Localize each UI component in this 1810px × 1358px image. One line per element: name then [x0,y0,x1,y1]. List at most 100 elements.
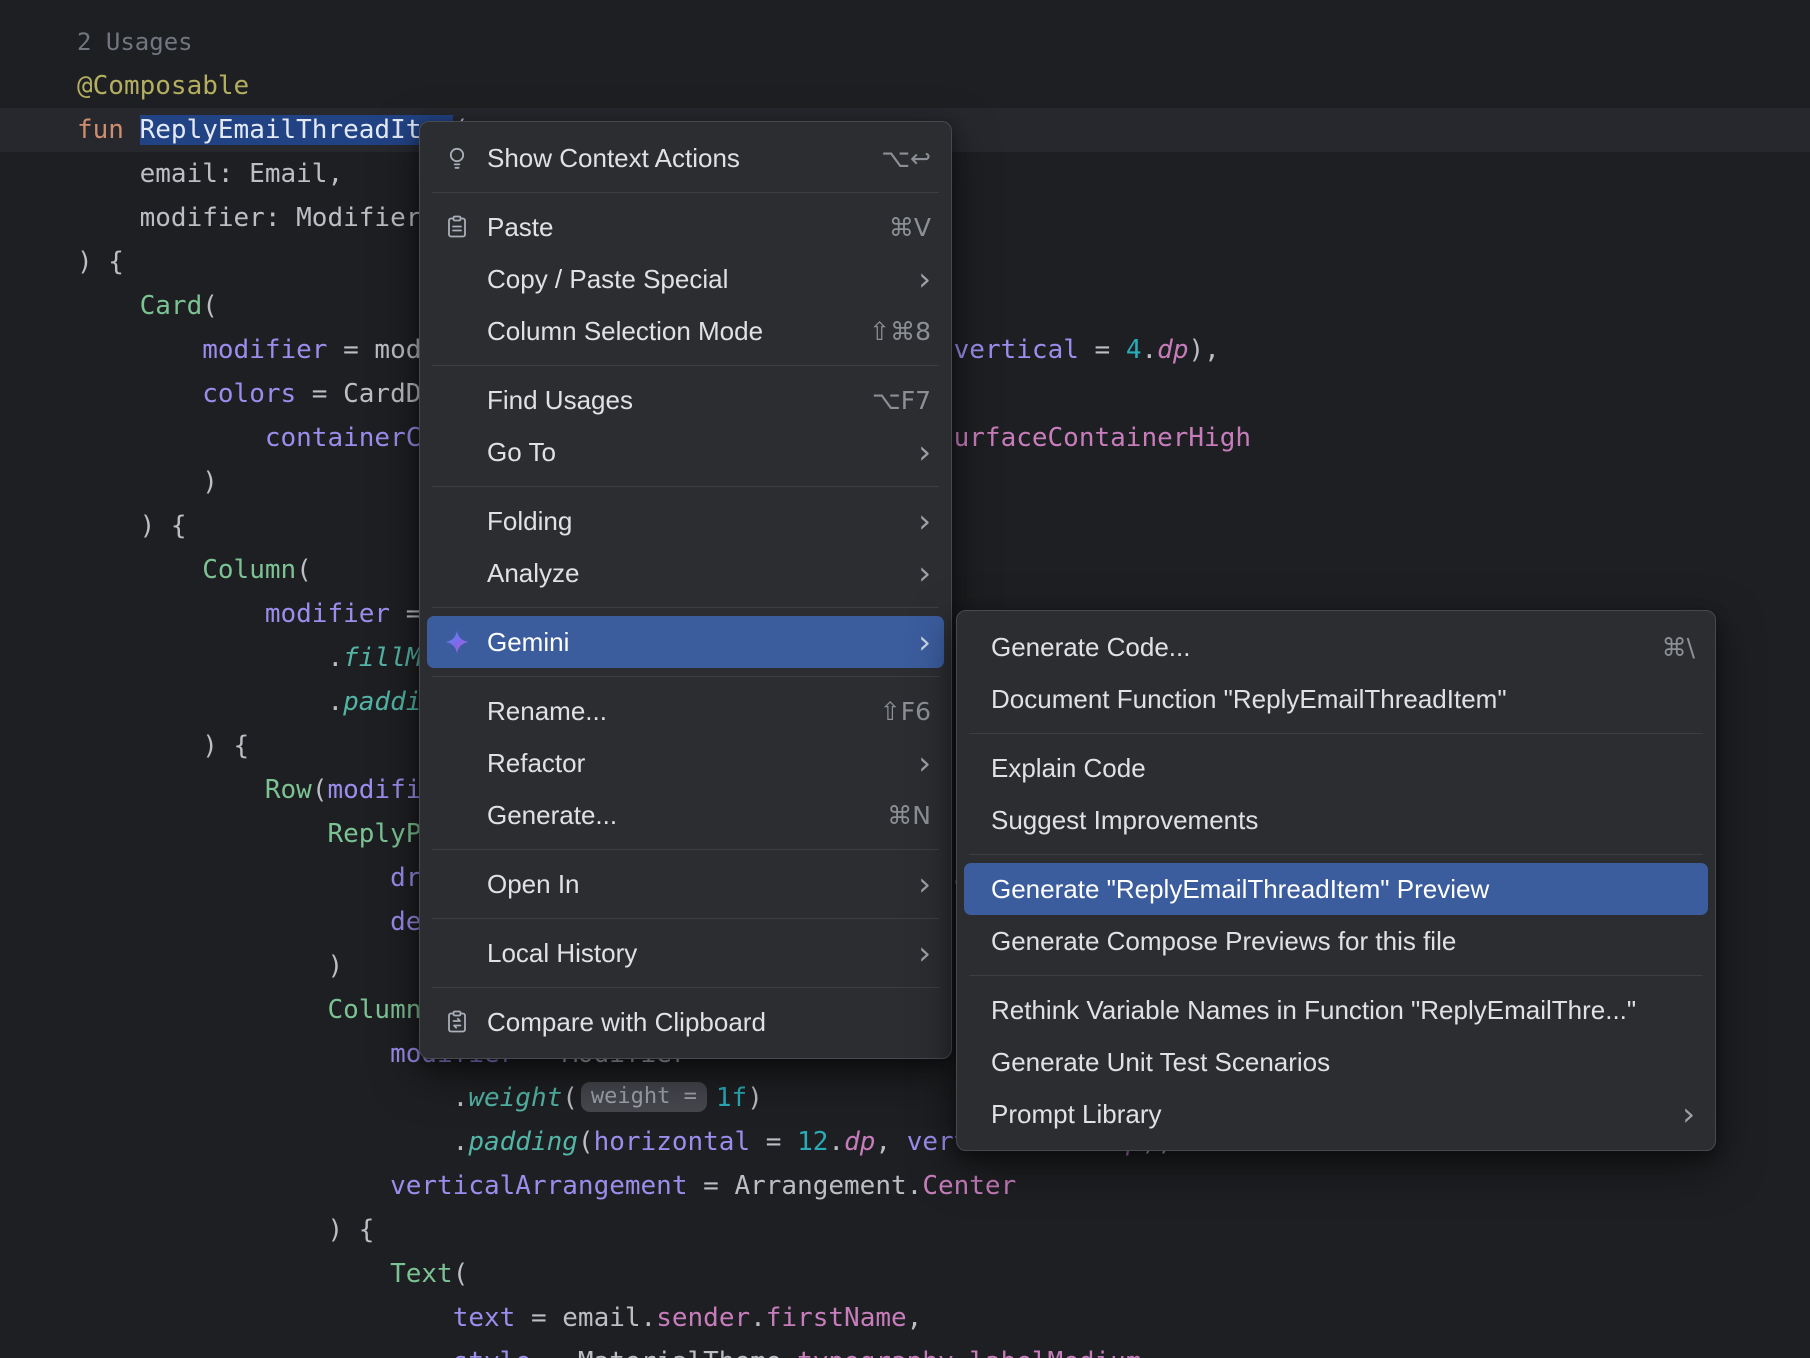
code-token: . [750,1303,766,1333]
menu-item-generate-unit-test-scenarios[interactable]: Generate Unit Test Scenarios [964,1036,1708,1088]
code-line: @Composable [0,64,1810,108]
empty-icon [442,696,472,726]
menu-item-open-in[interactable]: Open In› [427,858,944,910]
menu-item-document-function[interactable]: Document Function "ReplyEmailThreadItem" [964,673,1708,725]
code-token: labelMedium [969,1347,1141,1358]
menu-item-suggest-improvements[interactable]: Suggest Improvements [964,794,1708,846]
code-token: ( [296,555,312,585]
code-token: , [907,1303,923,1333]
lightbulb-icon [442,143,472,173]
code-token: = email. [515,1303,656,1333]
menu-item-gemini[interactable]: Gemini› [427,616,944,668]
menu-separator [432,607,939,608]
code-token [77,819,327,849]
shortcut-hint: ⌘N [857,801,931,830]
code-token [77,1303,453,1333]
menu-item-label: Paste [487,212,554,243]
menu-item-folding[interactable]: Folding › [427,495,944,547]
submenu-arrow-icon: › [888,505,931,537]
menu-item-find-usages[interactable]: Find Usages ⌥F7 [427,374,944,426]
code-token: ( [453,1259,469,1289]
menu-item-generate[interactable]: Generate...⌘N [427,789,944,841]
code-token: fun [77,115,140,145]
usages-inlay-hint[interactable]: 2 Usages [77,28,193,56]
code-token: typography [797,1347,954,1358]
menu-item-label: Document Function "ReplyEmailThreadItem" [991,684,1507,715]
shortcut-hint: ⌘V [859,213,931,242]
empty-icon [442,748,472,778]
code-token [77,291,140,321]
shortcut-hint: ⌥F7 [842,386,931,415]
menu-item-label: Find Usages [487,385,633,416]
submenu-arrow-icon: › [888,263,931,295]
code-token: . [77,643,343,673]
menu-separator [969,975,1703,976]
menu-item-column-selection-mode[interactable]: Column Selection Mode⇧⌘8 [427,305,944,357]
menu-item-paste[interactable]: Paste ⌘V [427,201,944,253]
empty-icon [442,264,472,294]
code-token [77,599,265,629]
menu-separator [969,733,1703,734]
code-token: email: Email, [77,159,343,189]
menu-item-rethink-variable-names[interactable]: Rethink Variable Names in Function "Repl… [964,984,1708,1036]
menu-item-label: Column Selection Mode [487,316,763,347]
code-token [77,1171,390,1201]
code-token: Card [140,291,203,321]
code-token: Column [202,555,296,585]
code-token: Text [390,1259,453,1289]
gemini-sparkle-icon [442,627,472,657]
menu-item-label: Copy / Paste Special [487,264,728,295]
menu-item-label: Generate Compose Previews for this file [991,926,1456,957]
menu-item-label: Compare with Clipboard [487,1007,766,1038]
shortcut-hint: ⌘\ [1632,633,1695,662]
code-token: style [453,1347,531,1358]
submenu-arrow-icon: › [888,937,931,969]
code-token: ) [77,467,218,497]
menu-item-copy-paste-special[interactable]: Copy / Paste Special › [427,253,944,305]
submenu-arrow-icon: › [888,436,931,468]
menu-item-refactor[interactable]: Refactor› [427,737,944,789]
code-token: 4 [1126,335,1142,365]
menu-item-label: Folding [487,506,572,537]
code-token: = [750,1127,797,1157]
menu-item-label: Rethink Variable Names in Function "Repl… [991,995,1636,1026]
menu-item-analyze[interactable]: Analyze› [427,547,944,599]
menu-item-generate-preview[interactable]: Generate "ReplyEmailThreadItem" Preview [964,863,1708,915]
code-line: ) { [0,1208,1810,1252]
menu-item-label: Explain Code [991,753,1146,784]
menu-item-generate-compose-previews[interactable]: Generate Compose Previews for this file [964,915,1708,967]
code-token [77,379,202,409]
code-line: 2 Usages [0,20,1810,64]
menu-separator [432,486,939,487]
submenu-arrow-icon: › [1652,1098,1695,1130]
code-token: ) [77,951,343,981]
code-token: ( [578,1127,594,1157]
menu-item-local-history[interactable]: Local History› [427,927,944,979]
clipboard-icon [442,212,472,242]
menu-item-prompt-library[interactable]: Prompt Library› [964,1088,1708,1140]
menu-item-go-to[interactable]: Go To› [427,426,944,478]
code-token: = Arrangement. [688,1171,923,1201]
menu-item-show-context-actions[interactable]: Show Context Actions⌥↩ [427,132,944,184]
code-token [77,1039,390,1069]
menu-item-label: Rename... [487,696,607,727]
menu-item-rename[interactable]: Rename...⇧F6 [427,685,944,737]
menu-separator [432,987,939,988]
empty-icon [442,506,472,536]
submenu-arrow-icon: › [888,868,931,900]
code-token: . [77,1083,468,1113]
menu-item-label: Analyze [487,558,580,589]
code-token [77,907,390,937]
code-token: ) [747,1083,763,1113]
menu-item-generate-code[interactable]: Generate Code...⌘\ [964,621,1708,673]
code-token: = MaterialTheme. [531,1347,797,1358]
menu-item-label: Gemini [487,627,569,658]
code-token: ( [312,775,328,805]
code-token: . [1142,335,1158,365]
empty-icon [442,385,472,415]
empty-icon [442,938,472,968]
menu-item-explain-code[interactable]: Explain Code [964,742,1708,794]
code-token [77,775,265,805]
code-token: , [875,1127,906,1157]
menu-item-compare-with-clipboard[interactable]: Compare with Clipboard [427,996,944,1048]
